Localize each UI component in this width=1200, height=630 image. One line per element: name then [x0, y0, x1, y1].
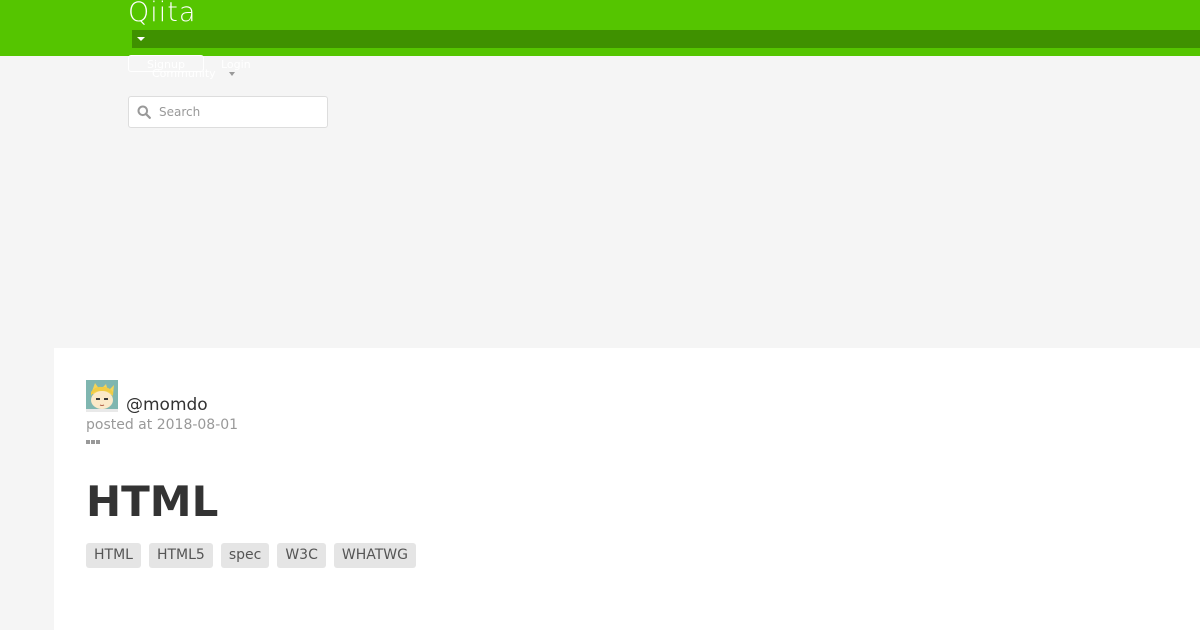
qiita-logo[interactable]: Qiita	[128, 0, 196, 30]
more-options-icon[interactable]	[86, 439, 102, 445]
posted-info: posted at 2018-08-01	[86, 416, 238, 434]
login-link[interactable]: Login	[221, 58, 251, 71]
article-title: HTML	[86, 477, 219, 526]
search-icon	[137, 105, 151, 119]
tag-whatwg[interactable]: WHATWG	[333, 543, 416, 568]
tag-html5[interactable]: HTML5	[148, 543, 213, 568]
posted-prefix: posted at	[86, 417, 153, 433]
tag-html[interactable]: HTML	[86, 543, 141, 568]
tag-list: HTML HTML5 spec W3C WHATWG	[86, 543, 416, 568]
avatar-icon[interactable]	[86, 380, 118, 412]
site-header: Qiita	[0, 0, 1200, 56]
tag-w3c[interactable]: W3C	[277, 543, 326, 568]
community-menu[interactable]: Community	[152, 67, 216, 80]
caret-down-icon	[137, 37, 145, 41]
header-dropdown-bar[interactable]	[132, 30, 1200, 48]
caret-down-icon[interactable]	[229, 72, 235, 76]
search-box[interactable]	[128, 96, 328, 128]
posted-date: 2018-08-01	[156, 417, 239, 433]
author-username[interactable]: @momdo	[126, 395, 208, 415]
tag-spec[interactable]: spec	[220, 543, 270, 568]
search-input[interactable]	[159, 101, 319, 123]
article-card: @momdo posted at 2018-08-01 HTML HTML HT…	[54, 348, 1200, 630]
